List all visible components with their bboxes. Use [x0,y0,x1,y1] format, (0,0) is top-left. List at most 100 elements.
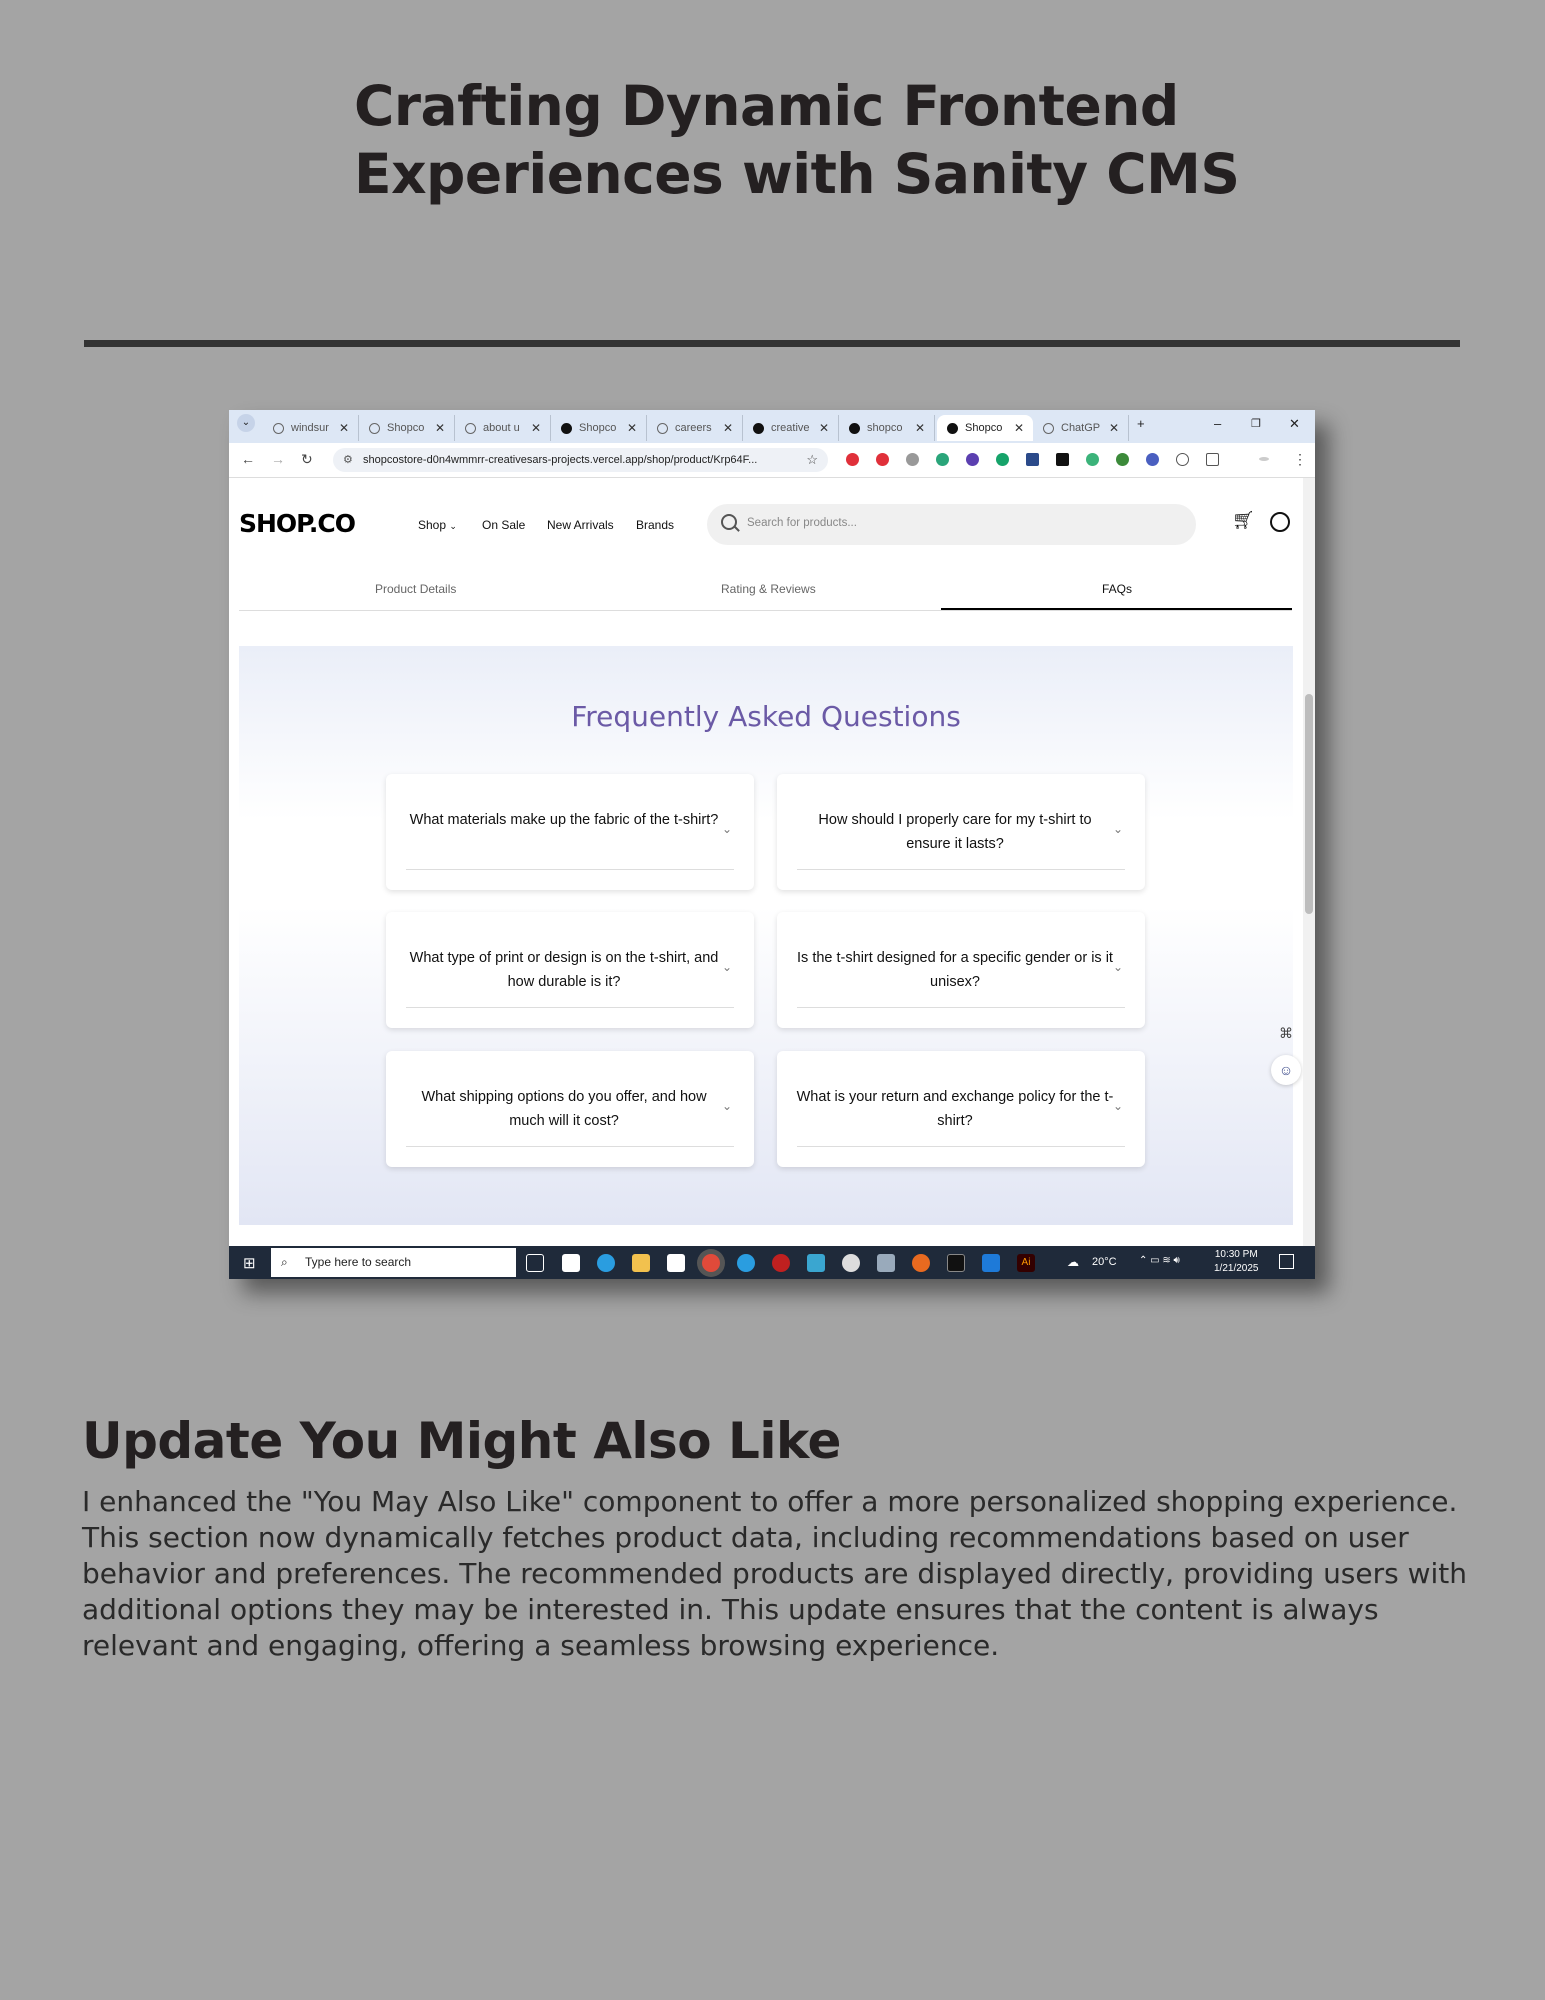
profile-icon[interactable] [1259,457,1269,461]
extension-icon[interactable] [876,453,889,466]
bookmark-star-icon[interactable]: ☆ [806,448,818,472]
adblock-extension-icon[interactable] [846,453,859,466]
tab-shopco-active[interactable]: Shopco ✕ [937,415,1033,441]
webpage: SHOP.CO Shop ⌄ On Sale New Arrivals Bran… [229,478,1315,1246]
tab-search-button[interactable]: ⌄ [237,414,255,432]
store-icon[interactable] [667,1254,685,1272]
file-explorer-icon[interactable] [632,1254,650,1272]
tab-careers[interactable]: careers ✕ [647,415,743,441]
tab-creative[interactable]: creative ✕ [743,415,839,441]
account-icon[interactable] [1270,512,1290,532]
assistant-icon[interactable]: ☺ [1271,1055,1301,1085]
faq-item[interactable]: What materials make up the fabric of the… [386,774,754,890]
faq-section: Frequently Asked Questions What material… [239,646,1293,1225]
vscode-icon[interactable] [982,1254,1000,1272]
shortcut-icon[interactable]: ⌘ [1271,1018,1301,1048]
tabs-divider [239,610,1292,611]
extension-icon[interactable] [966,453,979,466]
nav-brands[interactable]: Brands [636,518,674,532]
chrome-icon[interactable] [702,1254,720,1272]
faq-item[interactable]: What is your return and exchange policy … [777,1051,1145,1167]
minimize-icon[interactable]: – [1214,416,1221,431]
windows-start-icon[interactable]: ⊞ [243,1254,256,1272]
camera-extension-icon[interactable] [906,453,919,466]
divider [406,869,734,870]
firefox-icon[interactable] [912,1254,930,1272]
close-icon[interactable]: ✕ [627,421,637,435]
divider [797,1146,1125,1147]
nav-new-arrivals[interactable]: New Arrivals [547,518,614,532]
new-tab-button[interactable]: + [1137,416,1145,431]
weather-temp[interactable]: 20°C [1092,1256,1117,1268]
close-icon[interactable]: ✕ [339,421,349,435]
more-menu-icon[interactable]: ⋮ [1293,451,1307,468]
tab-shopco-3[interactable]: shopco ✕ [839,415,935,441]
taskbar-search-input[interactable]: ⌕ Type here to search [271,1248,516,1277]
close-icon[interactable]: ✕ [1014,421,1024,435]
extension-icon[interactable] [936,453,949,466]
edge-icon[interactable] [597,1254,615,1272]
chatgpt-icon [1043,422,1054,434]
close-icon[interactable]: ✕ [915,421,925,435]
close-icon[interactable]: ✕ [531,421,541,435]
browser-screenshot: ⌄ windsur ✕ Shopco ✕ about u ✕ Shopco ✕ care… [229,410,1315,1279]
tab-rating-reviews[interactable]: Rating & Reviews [721,582,816,596]
tab-product-details[interactable]: Product Details [375,582,456,596]
app-icon[interactable] [737,1254,755,1272]
extension-icon[interactable] [1026,453,1039,466]
close-icon[interactable]: ✕ [723,421,733,435]
terminal-icon[interactable] [947,1254,965,1272]
task-view-icon[interactable] [526,1254,544,1272]
system-tray-icons[interactable]: ⌃ ▭ ≋ 🔊︎ [1139,1255,1180,1266]
divider [406,1146,734,1147]
forward-icon[interactable]: → [271,451,285,467]
tab-chatgpt[interactable]: ChatGP ✕ [1033,415,1129,441]
google-icon [465,422,476,434]
grammarly-icon[interactable] [996,453,1009,466]
close-icon[interactable]: ✕ [435,421,445,435]
tab-shopco-2[interactable]: Shopco ✕ [551,415,647,441]
restore-icon[interactable]: ❐ [1251,417,1261,430]
app-icon[interactable] [772,1254,790,1272]
app-icon[interactable] [807,1254,825,1272]
scrollbar[interactable] [1303,478,1315,1246]
settings-icon[interactable] [842,1254,860,1272]
reload-icon[interactable]: ↻ [301,451,313,468]
back-icon[interactable]: ← [241,451,255,467]
clock[interactable]: 10:30 PM 1/21/2025 [1214,1248,1259,1276]
url-field[interactable]: ⚙ shopcostore-d0n4wmmrr-creativesars-pro… [333,448,828,472]
close-icon[interactable]: ✕ [819,421,829,435]
extension-icon[interactable] [1056,453,1069,466]
faq-item[interactable]: What shipping options do you offer, and … [386,1051,754,1167]
notification-icon[interactable] [1279,1254,1294,1269]
extension-icon[interactable] [1086,453,1099,466]
faq-item[interactable]: What type of print or design is on the t… [386,912,754,1028]
extension-icon[interactable] [1116,453,1129,466]
extension-icon[interactable] [1176,453,1189,466]
shop-logo[interactable]: SHOP.CO [239,509,356,538]
extensions-puzzle-icon[interactable] [1206,453,1219,466]
scrollbar-thumb[interactable] [1305,694,1313,914]
section-body: I enhanced the "You May Also Like" compo… [82,1485,1468,1662]
app-icon[interactable] [877,1254,895,1272]
tab-windsur[interactable]: windsur ✕ [263,415,359,441]
weather-icon[interactable]: ☁ [1067,1255,1079,1269]
nav-on-sale[interactable]: On Sale [482,518,525,532]
window-close-icon[interactable]: ✕ [1289,416,1300,432]
close-icon[interactable]: ✕ [1109,421,1119,435]
extension-icon[interactable] [1146,453,1159,466]
tab-shopco-1[interactable]: Shopco ✕ [359,415,455,441]
search-input[interactable]: Search for products... [707,504,1196,545]
site-info-icon[interactable]: ⚙ [343,448,353,472]
nav-shop[interactable]: Shop ⌄ [418,518,457,532]
illustrator-icon[interactable]: Ai [1017,1254,1035,1272]
tab-faqs[interactable]: FAQs [1102,582,1132,596]
faq-item[interactable]: How should I properly care for my t-shir… [777,774,1145,890]
tab-about[interactable]: about u ✕ [455,415,551,441]
url-text: shopcostore-d0n4wmmrr-creativesars-proje… [363,454,758,466]
chevron-down-icon: ⌄ [449,521,457,531]
faq-item[interactable]: Is the t-shirt designed for a specific g… [777,912,1145,1028]
github-icon [753,422,764,434]
mail-icon[interactable] [562,1254,580,1272]
cart-icon[interactable]: 🛒︎ [1232,510,1255,531]
